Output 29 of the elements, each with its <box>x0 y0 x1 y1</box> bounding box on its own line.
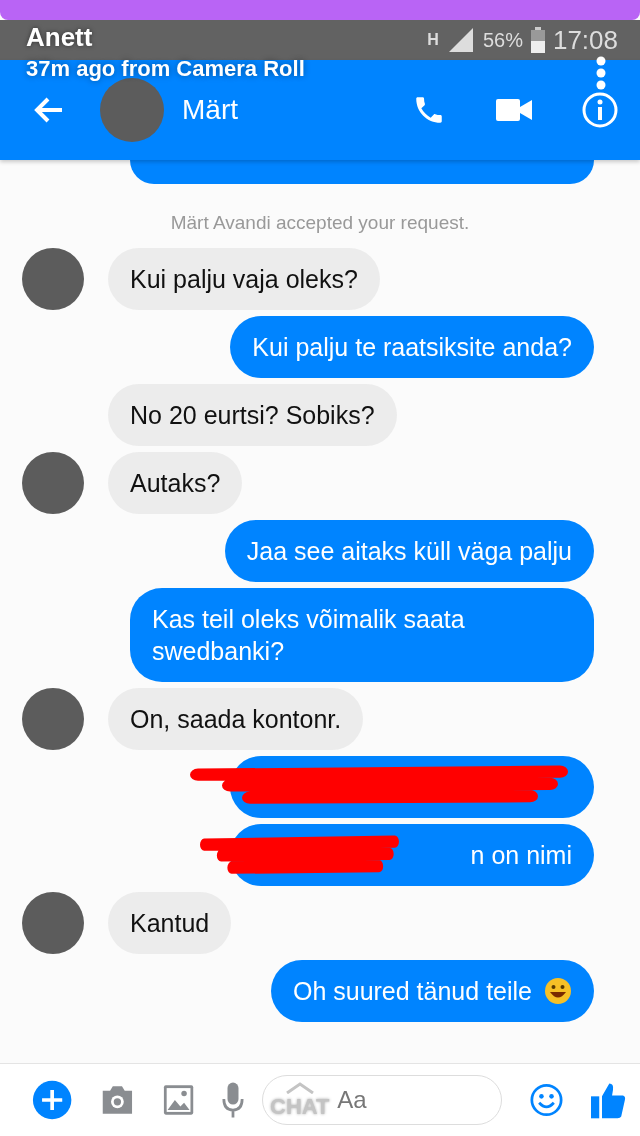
plus-icon[interactable] <box>32 1078 73 1122</box>
message-bubble: Autaks? <box>108 452 243 514</box>
message-bubble: Kantud <box>108 892 232 954</box>
message-text: Jaa see aitaks küll väga palju <box>246 536 572 567</box>
chat-swipe-hint[interactable]: CHAT <box>270 1082 330 1120</box>
chat-label: CHAT <box>270 1094 330 1120</box>
network-type: H <box>427 31 439 49</box>
battery-icon <box>530 27 545 53</box>
message-text: Oh suured tänud teile <box>292 976 532 1007</box>
message-text: n on nimi <box>470 840 572 871</box>
message-bubble: On, saada kontonr. <box>108 688 364 750</box>
caret-up-icon <box>284 1082 315 1094</box>
more-options-icon[interactable] <box>595 56 607 90</box>
message-text: Kas teil oleks võimalik saata swedbanki? <box>152 604 466 667</box>
sender-name: Anett <box>26 22 93 53</box>
message-bubble: No 20 eurtsi? Sobiks? <box>108 384 397 446</box>
microphone-icon[interactable] <box>222 1081 245 1119</box>
contact-name: Märt <box>182 94 239 126</box>
message-bubble: Kui palju vaja oleks? <box>108 248 380 310</box>
battery-percent: 56% <box>482 28 523 52</box>
back-arrow-icon[interactable] <box>34 97 64 123</box>
message-text: Kui palju te raatsiksite anda? <box>252 332 572 363</box>
info-icon[interactable] <box>582 92 618 128</box>
video-camera-icon[interactable] <box>496 97 532 123</box>
smiley-icon[interactable] <box>530 1082 564 1118</box>
image-icon[interactable] <box>163 1083 195 1117</box>
clock: 17:08 <box>552 24 618 56</box>
system-notice: Märt Avandi accepted your request. <box>169 212 471 234</box>
snap-subtitle: 37m ago from Camera Roll <box>26 56 305 82</box>
